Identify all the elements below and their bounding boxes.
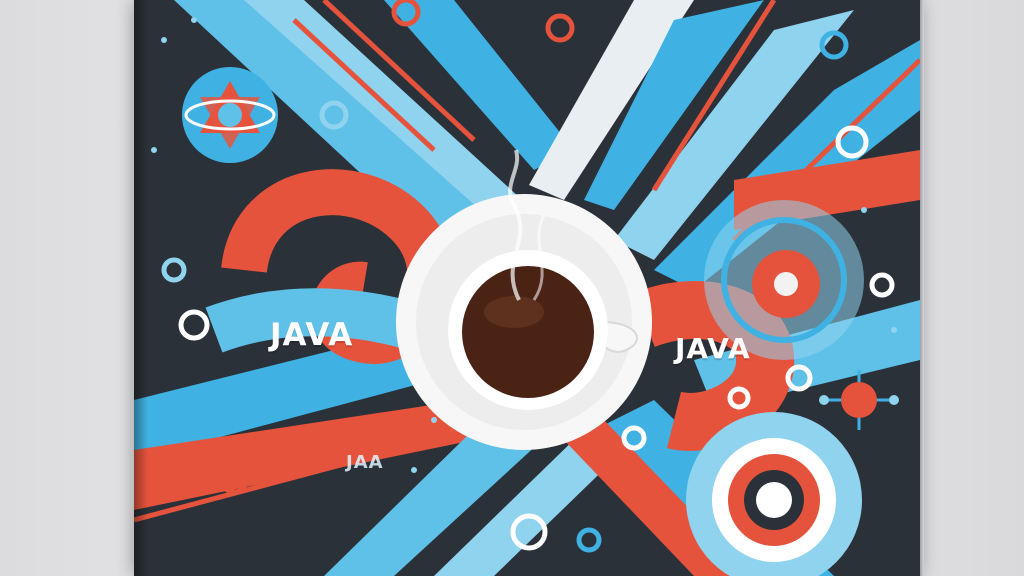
cover-illustration	[134, 0, 920, 576]
book-page-edge	[920, 0, 924, 576]
book-cover	[134, 0, 920, 576]
java-label-left: JAVA	[270, 317, 354, 353]
java-label-lower: JAA	[346, 452, 384, 473]
atom-icon	[182, 67, 278, 163]
java-label-right: JAVA	[675, 332, 751, 365]
book-spine-shadow	[134, 0, 148, 576]
scene: JAVA JAVA JAA	[0, 0, 1024, 576]
